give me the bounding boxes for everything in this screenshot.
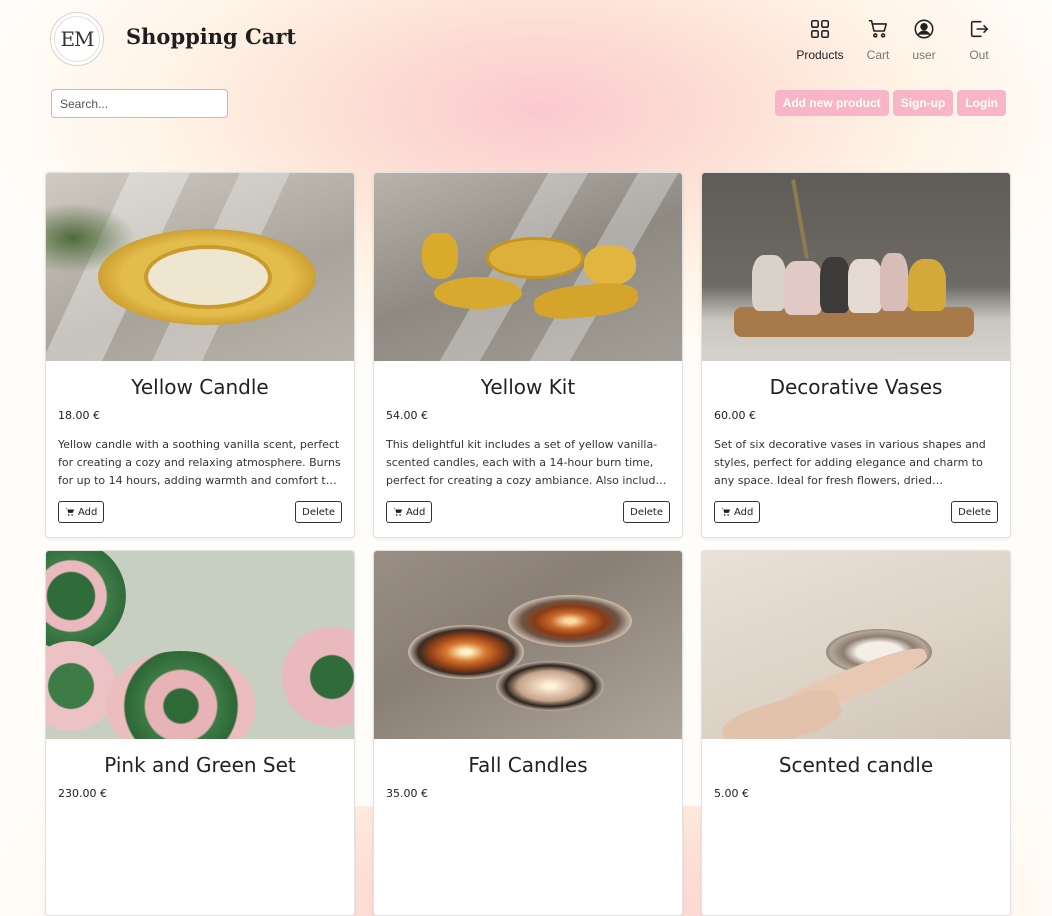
product-description: Set of six decorative vases in various s…	[714, 438, 986, 487]
product-price: 60.00 €	[714, 409, 756, 422]
product-description: Yellow candle with a soothing vanilla sc…	[58, 438, 341, 487]
product-price: 5.00 €	[714, 787, 749, 800]
logo-ring: EM	[54, 16, 100, 62]
nav-label-products: Products	[796, 48, 844, 62]
product-image[interactable]	[46, 551, 354, 739]
signup-button[interactable]: Sign-up	[892, 90, 954, 116]
product-image[interactable]	[374, 173, 682, 361]
nav-label-user: user	[912, 48, 936, 62]
logo-text: EM	[60, 27, 94, 51]
cart-icon	[721, 508, 731, 516]
cart-icon	[65, 508, 75, 516]
product-name: Yellow Candle	[131, 375, 269, 399]
product-name: Scented candle	[778, 753, 934, 777]
product-card: Yellow Candle 18.00 € Yellow candle with…	[45, 172, 355, 538]
product-image[interactable]	[702, 173, 1010, 361]
product-card: Decorative Vases 60.00 € Set of six deco…	[701, 172, 1011, 538]
product-name: Fall Candles	[468, 753, 588, 777]
product-name: Decorative Vases	[769, 375, 943, 399]
add-to-cart-button[interactable]: Add	[714, 501, 761, 523]
product-price: 230.00 €	[58, 787, 107, 800]
product-description: This delightful kit includes a set of ye…	[386, 438, 670, 487]
product-price: 35.00 €	[386, 787, 428, 800]
delete-button[interactable]: Delete	[951, 501, 998, 523]
card-actions: Add Delete	[386, 501, 670, 523]
top-nav: Products Cart user Out	[788, 18, 1014, 62]
nav-products[interactable]: Products	[788, 18, 852, 62]
product-card: Scented candle 5.00 €	[701, 550, 1011, 916]
grid-icon	[810, 19, 830, 39]
product-price: 18.00 €	[58, 409, 100, 422]
product-name: Yellow Kit	[480, 375, 576, 399]
add-button-label: Add	[734, 506, 754, 518]
header-actions: Add new product Sign-up Login	[774, 90, 1006, 116]
nav-user[interactable]: user	[904, 18, 944, 62]
add-new-product-button[interactable]: Add new product	[774, 90, 889, 116]
add-button-label: Add	[78, 506, 98, 518]
delete-button[interactable]: Delete	[295, 501, 342, 523]
product-card: Yellow Kit 54.00 € This delightful kit i…	[373, 172, 683, 538]
cart-icon	[393, 508, 403, 516]
product-image[interactable]	[46, 173, 354, 361]
logout-icon	[970, 20, 989, 38]
product-grid: Yellow Candle 18.00 € Yellow candle with…	[45, 172, 1011, 916]
search-input[interactable]	[51, 89, 228, 118]
delete-button[interactable]: Delete	[623, 501, 670, 523]
nav-label-out: Out	[969, 48, 989, 62]
add-button-label: Add	[406, 506, 426, 518]
card-actions: Add Delete	[58, 501, 342, 523]
nav-label-cart: Cart	[866, 48, 890, 62]
product-price: 54.00 €	[386, 409, 428, 422]
cart-icon	[868, 19, 888, 38]
product-name: Pink and Green Set	[104, 753, 296, 777]
nav-cart[interactable]: Cart	[852, 18, 904, 62]
product-card: Pink and Green Set 230.00 €	[45, 550, 355, 916]
user-icon	[914, 19, 934, 39]
page-title: Shopping Cart	[126, 24, 297, 49]
add-to-cart-button[interactable]: Add	[386, 501, 433, 523]
logo[interactable]: EM	[50, 12, 104, 66]
login-button[interactable]: Login	[957, 90, 1006, 116]
product-image[interactable]	[374, 551, 682, 739]
add-to-cart-button[interactable]: Add	[58, 501, 105, 523]
card-actions: Add Delete	[714, 501, 998, 523]
product-card: Fall Candles 35.00 €	[373, 550, 683, 916]
product-image[interactable]	[702, 551, 1010, 739]
nav-logout[interactable]: Out	[944, 18, 1014, 62]
